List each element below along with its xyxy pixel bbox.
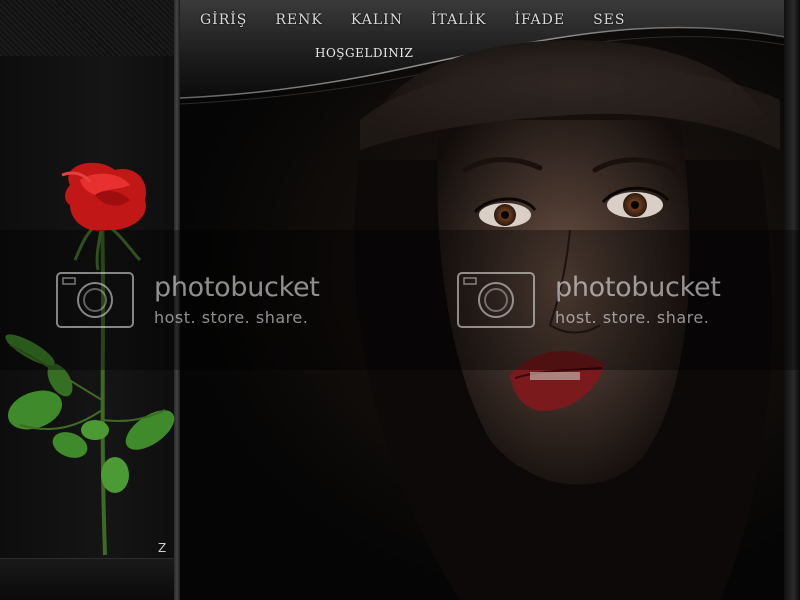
watermark-title: photobucket <box>555 271 721 303</box>
watermark-title: photobucket <box>154 271 320 303</box>
menu-item-kalin[interactable]: KALIN <box>351 12 403 28</box>
left-footer-panel <box>0 558 178 600</box>
menu-item-ses[interactable]: SES <box>593 12 625 28</box>
camera-icon <box>457 272 535 328</box>
watermark-subtitle: host. store. share. <box>154 307 309 327</box>
watermark-subtitle: host. store. share. <box>555 307 710 327</box>
menu-item-renk[interactable]: RENK <box>275 12 322 28</box>
camera-icon <box>56 272 134 328</box>
menu-item-giris[interactable]: GİRİŞ <box>200 12 247 28</box>
top-menu: GİRİŞ RENK KALIN İTALİK İFADE SES <box>200 12 653 28</box>
watermark-right: photobucket host. store. share. <box>457 268 721 332</box>
page-stage: GİRİŞ RENK KALIN İTALİK İFADE SES HOŞGEL… <box>0 0 800 600</box>
left-header-texture <box>0 0 178 57</box>
welcome-text: HOŞGELDINIZ <box>315 46 414 60</box>
menu-item-ifade[interactable]: İFADE <box>514 12 565 28</box>
menu-item-italik[interactable]: İTALİK <box>431 12 487 28</box>
watermark-left: photobucket host. store. share. <box>56 268 320 332</box>
signature-mark: Z <box>158 541 167 555</box>
